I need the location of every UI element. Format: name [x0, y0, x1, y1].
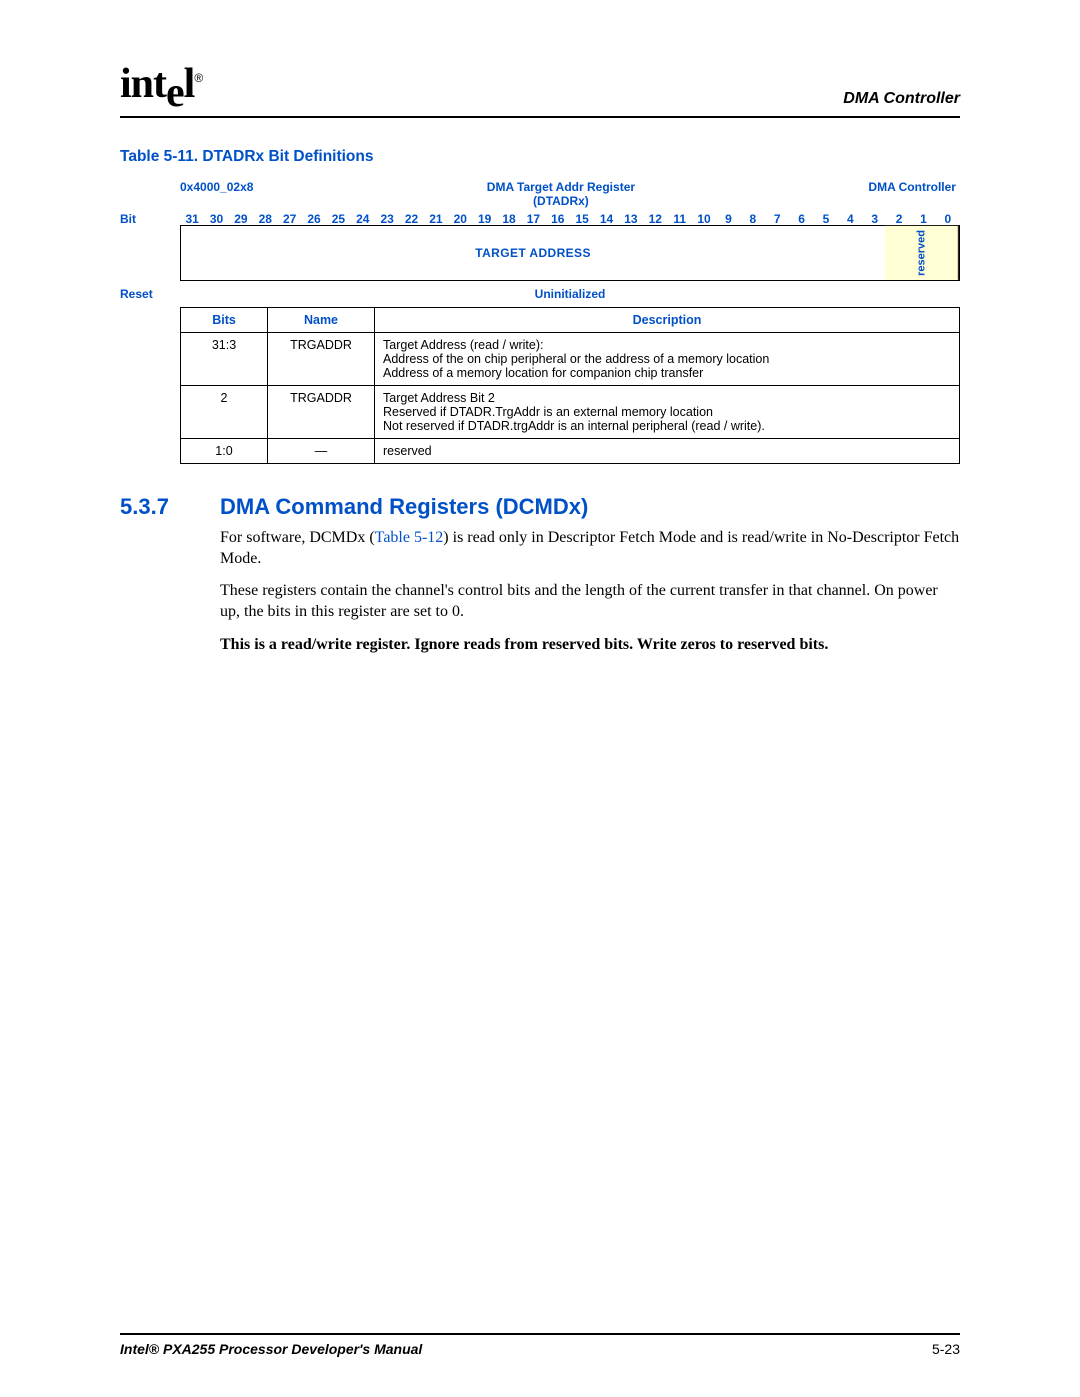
bit-index: 19: [473, 212, 497, 226]
chapter-title: DMA Controller: [843, 90, 960, 108]
col-bits: Bits: [181, 307, 268, 332]
bit-index: 9: [716, 212, 740, 226]
table-row: 1:0 — reserved: [181, 438, 960, 463]
reset-label: Reset: [120, 287, 180, 301]
section-title: DMA Command Registers (DCMDx): [220, 494, 588, 520]
field-row: TARGET ADDRESS reserved: [120, 225, 960, 281]
reset-value: Uninitialized: [180, 287, 960, 301]
bit-index: 21: [424, 212, 448, 226]
intel-logo: intel®: [120, 60, 202, 108]
bit-label: Bit: [120, 212, 180, 226]
bit-index: 0: [936, 212, 960, 226]
registered-mark: ®: [194, 71, 202, 85]
bit-index: 30: [204, 212, 228, 226]
register-meta: 0x4000_02x8 DMA Target Addr Register (DT…: [120, 180, 960, 212]
table-caption: Table 5-11. DTADRx Bit Definitions: [120, 148, 960, 166]
table-row: 2 TRGADDR Target Address Bit 2 Reserved …: [181, 385, 960, 438]
page-number: 5-23: [932, 1341, 960, 1357]
col-desc: Description: [375, 307, 960, 332]
page-footer: Intel® PXA255 Processor Developer's Manu…: [120, 1333, 960, 1357]
bit-index: 27: [278, 212, 302, 226]
bit-index: 24: [351, 212, 375, 226]
table-row: 31:3 TRGADDR Target Address (read / writ…: [181, 332, 960, 385]
bit-index: 15: [570, 212, 594, 226]
bit-index: 23: [375, 212, 399, 226]
field-reserved: reserved: [885, 226, 959, 280]
bit-index-row: Bit 313029282726252423222120191817161514…: [120, 212, 960, 226]
section-heading: 5.3.7 DMA Command Registers (DCMDx): [120, 494, 960, 520]
bit-index: 16: [546, 212, 570, 226]
paragraph: These registers contain the channel's co…: [220, 581, 960, 623]
bit-index: 4: [838, 212, 862, 226]
field-target-address: TARGET ADDRESS: [181, 226, 885, 280]
bit-index: 29: [229, 212, 253, 226]
manual-title: Intel® PXA255 Processor Developer's Manu…: [120, 1341, 422, 1357]
bit-index: 20: [448, 212, 472, 226]
reset-row: Reset Uninitialized: [120, 287, 960, 301]
page-header: intel® DMA Controller: [120, 60, 960, 108]
header-rule: [120, 116, 960, 118]
bit-index: 1: [911, 212, 935, 226]
paragraph: For software, DCMDx (Table 5-12) is read…: [220, 528, 960, 570]
register-name: DMA Target Addr Register (DTADRx): [487, 180, 635, 208]
paragraph-bold: This is a read/write register. Ignore re…: [220, 635, 960, 656]
bit-index: 7: [765, 212, 789, 226]
bit-index: 31: [180, 212, 204, 226]
bit-index: 5: [814, 212, 838, 226]
bit-index: 26: [302, 212, 326, 226]
section-number: 5.3.7: [120, 494, 220, 520]
bit-index: 18: [497, 212, 521, 226]
col-name: Name: [268, 307, 375, 332]
bit-index: 8: [741, 212, 765, 226]
bit-index: 17: [521, 212, 545, 226]
bit-index: 11: [668, 212, 692, 226]
bit-index: 13: [619, 212, 643, 226]
register-domain: DMA Controller: [868, 180, 956, 208]
bit-index: 6: [789, 212, 813, 226]
bit-index: 2: [887, 212, 911, 226]
register-address: 0x4000_02x8: [180, 180, 253, 208]
section-body: For software, DCMDx (Table 5-12) is read…: [220, 528, 960, 656]
bit-definition-table: Bits Name Description 31:3 TRGADDR Targe…: [180, 307, 960, 464]
bit-index: 28: [253, 212, 277, 226]
bit-index: 25: [326, 212, 350, 226]
table-header-row: Bits Name Description: [181, 307, 960, 332]
bit-index: 10: [692, 212, 716, 226]
bit-index: 22: [399, 212, 423, 226]
bit-index: 3: [863, 212, 887, 226]
bit-index: 14: [594, 212, 618, 226]
table-ref-link[interactable]: Table 5-12: [375, 529, 444, 546]
bit-index: 12: [643, 212, 667, 226]
